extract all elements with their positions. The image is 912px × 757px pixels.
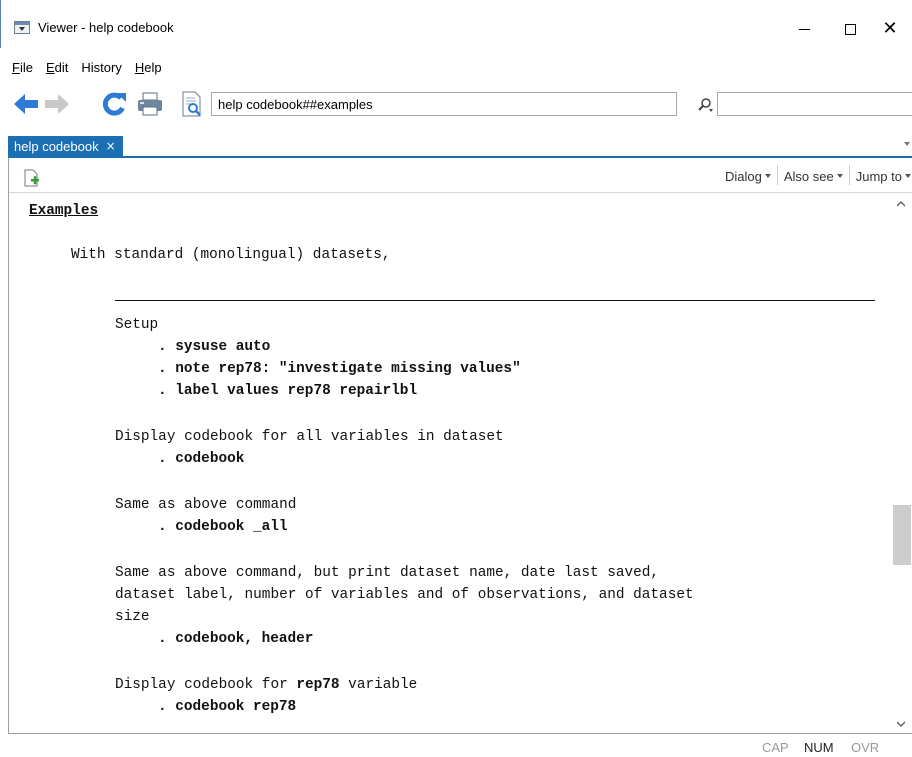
page-search-button[interactable] (177, 90, 205, 118)
help-content: Examples With standard (monolingual) dat… (9, 194, 891, 733)
example-command[interactable]: . codebook _all (158, 516, 288, 538)
print-button[interactable] (136, 90, 164, 118)
new-viewer-icon[interactable] (24, 169, 39, 187)
example-description-pre: Display codebook for (115, 677, 297, 693)
menu-edit[interactable]: Edit (46, 60, 68, 75)
tab-strip: help codebook × (8, 136, 912, 158)
menu-bar: File Edit History Help (0, 55, 175, 79)
example-description: Same as above command (115, 497, 297, 513)
tab-help-codebook[interactable]: help codebook × (8, 136, 123, 158)
vertical-scrollbar[interactable] (891, 194, 912, 733)
scrollbar-thumb[interactable] (893, 505, 911, 565)
variable-link[interactable]: rep78 (296, 677, 339, 693)
menu-file-label: ile (19, 59, 33, 75)
title-bar: Viewer - help codebook ✕ (0, 0, 912, 48)
minimize-icon (798, 28, 810, 30)
example-description: Same as above command, but print dataset… (115, 565, 660, 581)
tab-list-chevron-down-icon[interactable] (904, 142, 910, 146)
scroll-down-icon[interactable] (897, 720, 905, 728)
viewer-link-menu: Dialog Also see Jump to (719, 165, 911, 185)
window-title: Viewer - help codebook (38, 20, 174, 35)
chevron-down-icon (905, 174, 911, 178)
viewer-pane: Dialog Also see Jump to Examples With st… (8, 158, 912, 734)
jump-to-label: Jump to (855, 168, 902, 184)
viewer-subtoolbar: Dialog Also see Jump to (9, 158, 912, 193)
document-search-icon (182, 91, 201, 117)
menu-help-label: elp (144, 59, 162, 75)
divider-line (115, 300, 875, 301)
also-see-label: Also see (783, 168, 834, 184)
jump-to-dropdown[interactable]: Jump to (850, 167, 911, 185)
example-description: size (115, 609, 150, 625)
setup-label: Setup (115, 317, 159, 333)
example-command[interactable]: . codebook rep78 (158, 696, 296, 718)
printer-icon (138, 92, 162, 116)
maximize-icon (844, 23, 856, 35)
close-icon: ✕ (882, 18, 898, 39)
scroll-up-icon[interactable] (897, 200, 905, 208)
example-description-post: variable (339, 677, 418, 693)
section-heading[interactable]: Examples (29, 200, 98, 222)
num-lock-indicator: NUM (804, 740, 834, 755)
tab-label: help codebook (14, 139, 99, 154)
forward-arrow-icon (45, 94, 69, 114)
search-input[interactable] (717, 92, 912, 116)
viewer-app-icon (14, 21, 30, 34)
setup-command[interactable]: . sysuse auto (158, 336, 270, 358)
caps-lock-indicator: CAP (762, 740, 789, 755)
overwrite-indicator: OVR (851, 740, 880, 755)
close-window-button[interactable]: ✕ (867, 16, 912, 42)
menu-file[interactable]: File (12, 60, 33, 75)
minimize-button[interactable] (781, 16, 827, 42)
example-description: Display codebook for all variables in da… (115, 429, 504, 445)
chevron-down-icon (836, 174, 843, 178)
menu-edit-label: dit (54, 59, 69, 75)
menu-file-mnemonic: F (12, 59, 20, 75)
status-bar: CAP NUM OVR (0, 734, 912, 757)
search-icon[interactable] (697, 96, 715, 114)
tab-close-icon[interactable]: × (106, 139, 116, 158)
setup-command[interactable]: . label values rep78 repairlbl (158, 380, 417, 402)
dialog-dropdown[interactable]: Dialog (719, 167, 777, 185)
refresh-icon (102, 92, 126, 116)
example-command[interactable]: . codebook (158, 448, 244, 470)
back-button[interactable] (12, 90, 40, 118)
also-see-dropdown[interactable]: Also see (778, 167, 849, 185)
setup-command[interactable]: . note rep78: "investigate missing value… (158, 358, 521, 380)
menu-edit-mnemonic: E (45, 59, 55, 75)
menu-history-label: History (81, 59, 122, 75)
dialog-label: Dialog (725, 168, 762, 184)
example-description: Display codebook for rep78 variable (115, 674, 417, 696)
menu-history[interactable]: History (81, 60, 121, 75)
back-arrow-icon (14, 94, 38, 114)
chevron-down-icon (764, 174, 771, 178)
forward-button[interactable] (43, 90, 71, 118)
address-input[interactable]: help codebook##examples (211, 92, 677, 116)
menu-help[interactable]: Help (135, 60, 162, 75)
menu-help-mnemonic: H (134, 59, 145, 75)
example-command[interactable]: . codebook, header (158, 628, 313, 650)
refresh-button[interactable] (100, 90, 128, 118)
intro-text: With standard (monolingual) datasets, (71, 247, 391, 263)
example-description: dataset label, number of variables and o… (115, 587, 694, 603)
